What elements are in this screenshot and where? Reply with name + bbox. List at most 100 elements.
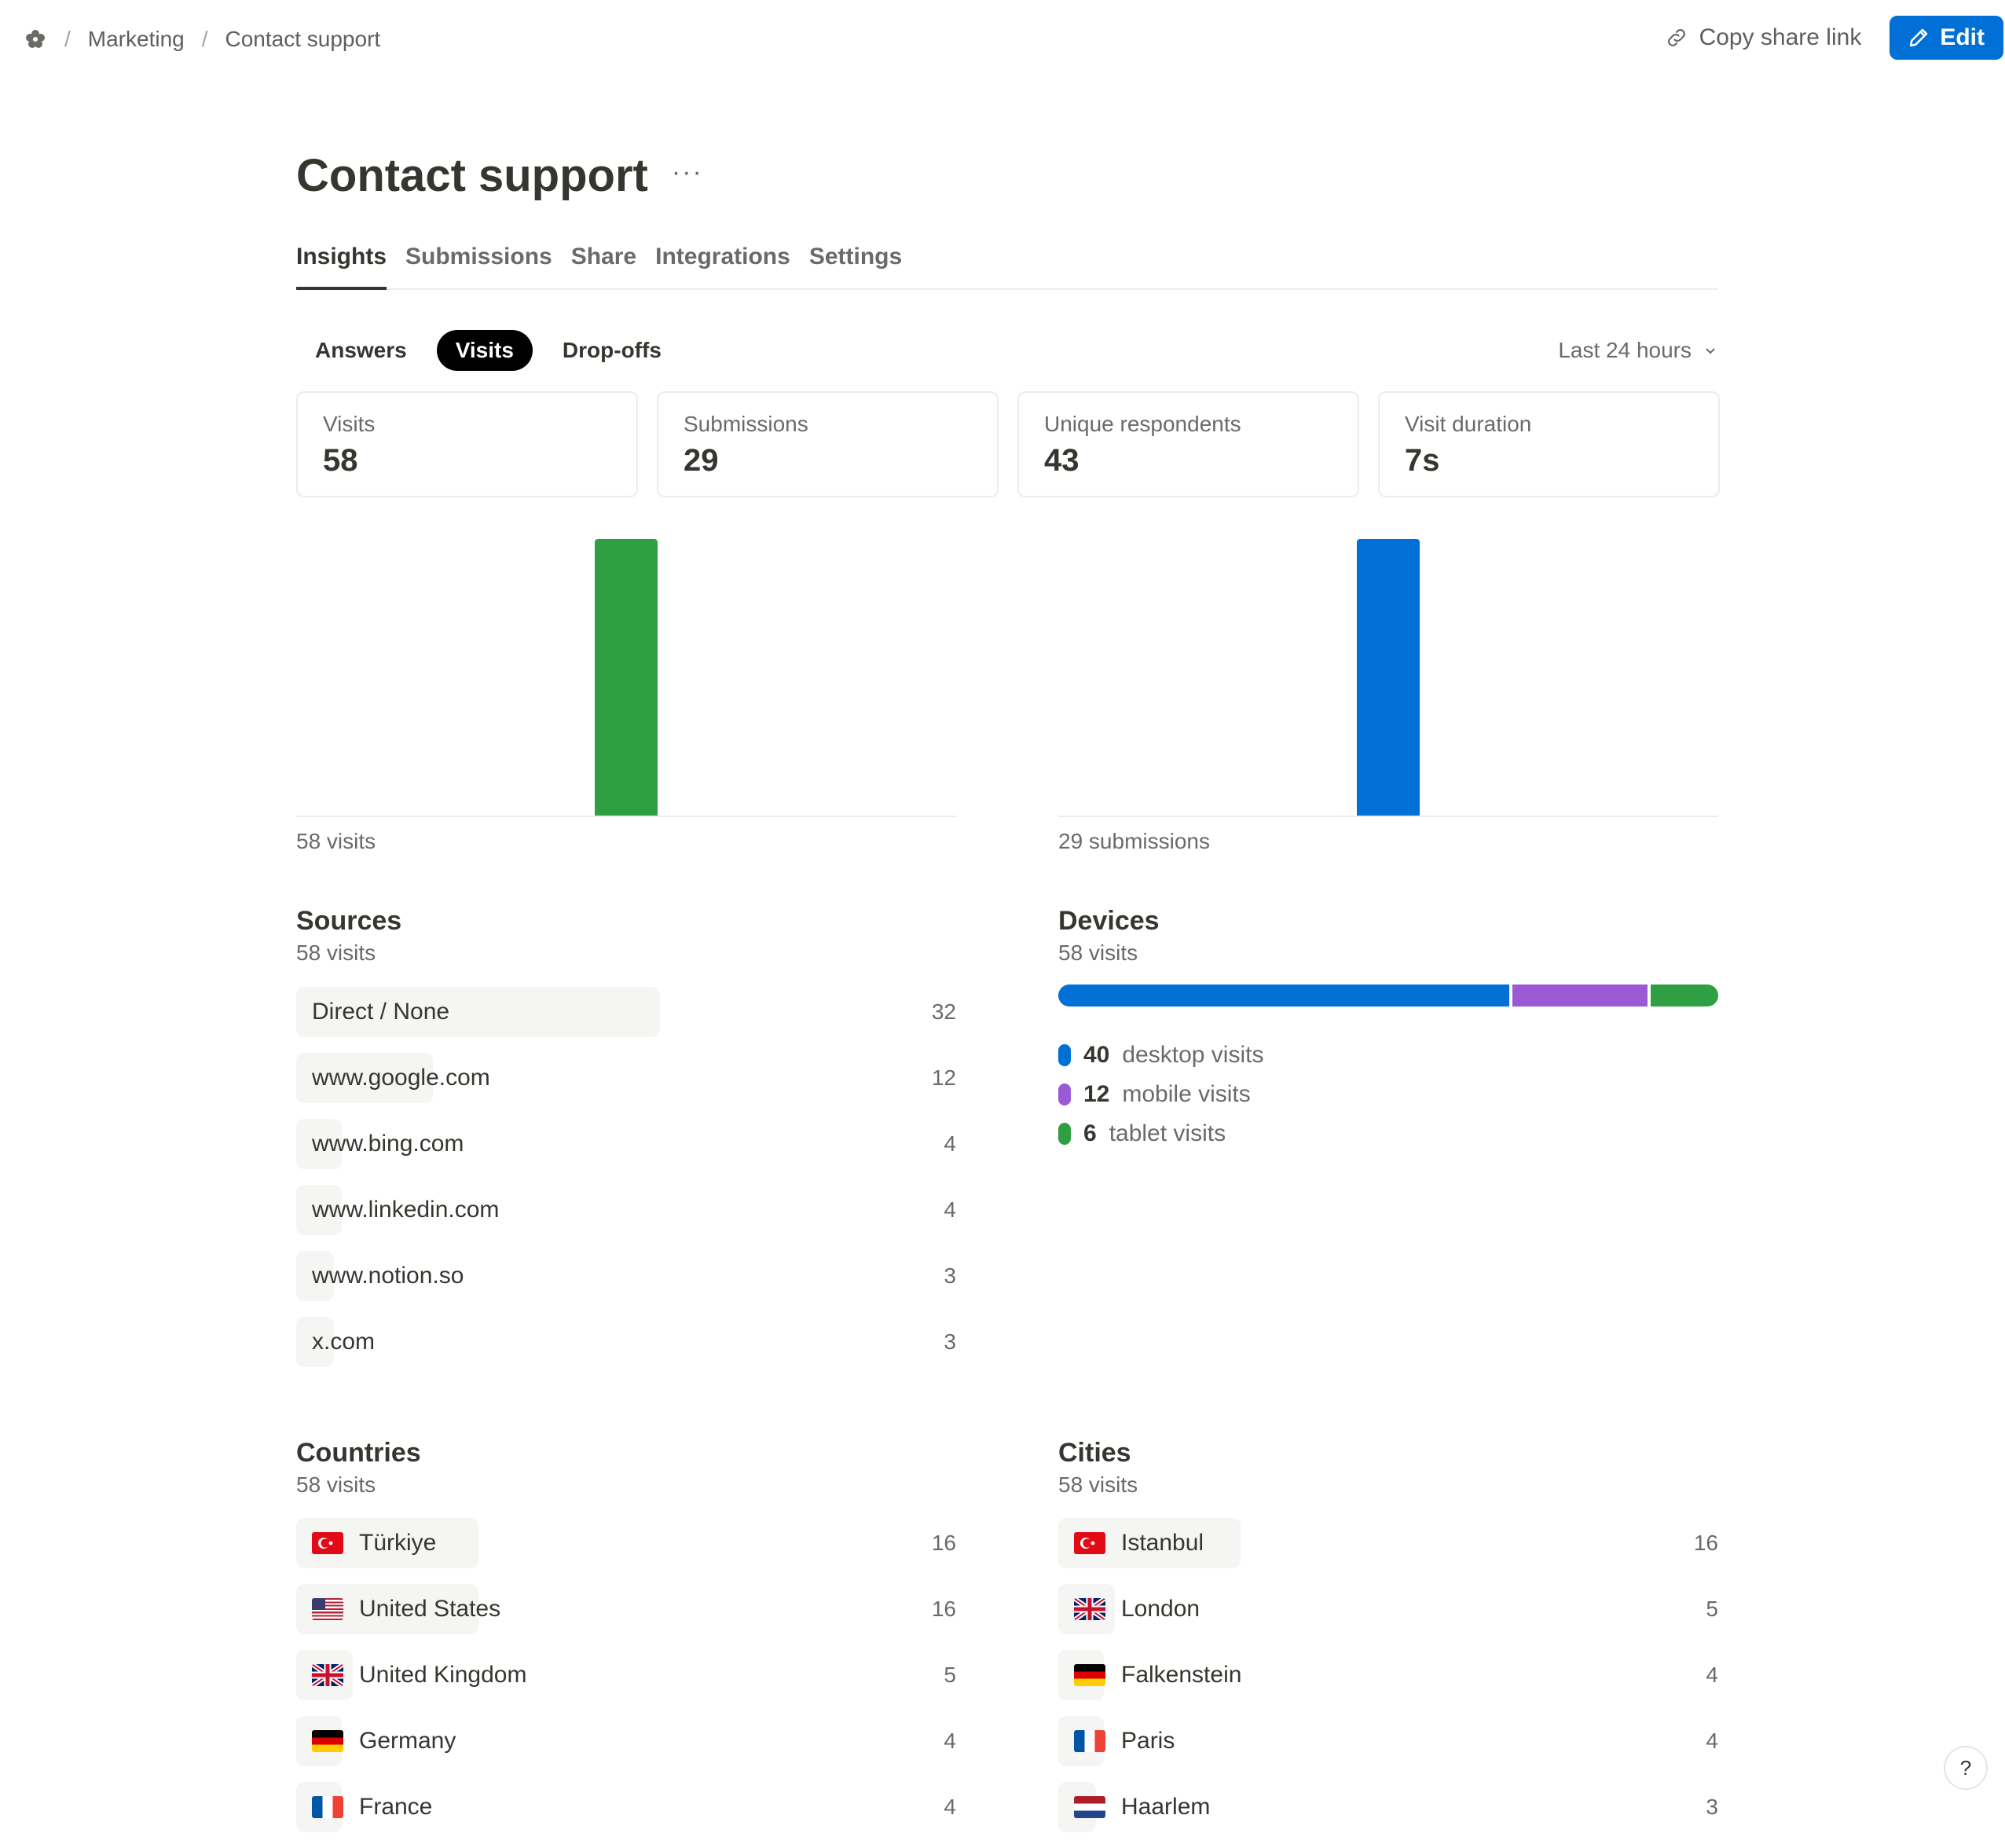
cities-title: Cities (1058, 1438, 1131, 1468)
countries-subtitle: 58 visits (296, 1472, 376, 1497)
legend-item-mobile: 12 mobile visits (1058, 1075, 1263, 1114)
breadcrumb-separator: / (201, 27, 208, 51)
list-item[interactable]: Istanbul 16 (1058, 1518, 1718, 1568)
submissions-chart (1058, 534, 1718, 817)
city-label: Falkenstein (1121, 1662, 1242, 1688)
stat-label: Unique respondents (1044, 412, 1241, 436)
list-item[interactable]: Türkiye 16 (296, 1518, 956, 1568)
city-label: London (1121, 1596, 1200, 1622)
source-label: www.linkedin.com (312, 1197, 500, 1223)
city-count: 16 (1693, 1531, 1718, 1555)
country-label: United States (359, 1596, 501, 1622)
submissions-chart-caption: 29 submissions (1058, 829, 1210, 853)
stat-card-visits: Visits 58 (296, 391, 638, 497)
legend-label: desktop visits (1122, 1042, 1264, 1068)
more-options-icon[interactable]: ··· (672, 157, 703, 188)
list-item[interactable]: Paris 4 (1058, 1716, 1718, 1766)
devices-subtitle: 58 visits (1058, 940, 1138, 965)
list-item[interactable]: Falkenstein 4 (1058, 1650, 1718, 1700)
cities-list: Istanbul 16 London 5 Falkenstein 4 Paris 4 H… (1058, 1518, 1718, 1848)
stat-label: Visits (323, 412, 376, 436)
list-item[interactable]: Direct / None 32 (296, 987, 956, 1037)
list-item[interactable]: London 5 (1058, 1584, 1718, 1634)
tab-share[interactable]: Share (571, 240, 636, 290)
gb-flag-icon (312, 1664, 343, 1686)
copy-share-link-button[interactable]: Copy share link (1665, 24, 1861, 51)
source-label: www.bing.com (312, 1131, 464, 1157)
visits-chart-caption: 58 visits (296, 829, 376, 853)
list-item[interactable]: www.notion.so 3 (296, 1251, 956, 1301)
tablet-segment[interactable] (1650, 984, 1718, 1006)
us-flag-icon (312, 1598, 343, 1620)
tab-settings[interactable]: Settings (809, 240, 902, 290)
stat-label: Visit duration (1405, 412, 1532, 436)
tab-submissions[interactable]: Submissions (405, 240, 552, 290)
list-item[interactable]: www.linkedin.com 4 (296, 1185, 956, 1235)
cities-subtitle: 58 visits (1058, 1472, 1138, 1497)
list-item[interactable]: France 4 (296, 1782, 956, 1832)
country-count: 4 (944, 1795, 956, 1819)
source-label: www.notion.so (312, 1263, 464, 1289)
list-item[interactable]: Germany 4 (296, 1716, 956, 1766)
city-label: Paris (1121, 1728, 1175, 1754)
insight-subtabs: Answers Visits Drop-offs (296, 330, 680, 371)
link-icon (1667, 29, 1685, 46)
submissions-bar[interactable] (1357, 539, 1420, 816)
help-button[interactable]: ? (1944, 1746, 1988, 1790)
list-item[interactable]: www.google.com 12 (296, 1053, 956, 1103)
gb-flag-icon (1074, 1598, 1105, 1620)
list-item[interactable]: www.bing.com 4 (296, 1119, 956, 1169)
list-item[interactable]: x.com 3 (296, 1317, 956, 1367)
stat-cards: Visits 58 Submissions 29 Unique responde… (296, 391, 1720, 497)
countries-list: Türkiye 16 United States 16 United Kingdom… (296, 1518, 956, 1848)
source-label: www.google.com (312, 1065, 490, 1091)
stat-value: 58 (323, 443, 358, 478)
devices-stacked-bar (1058, 984, 1718, 1006)
devices-legend: 40 desktop visits 12 mobile visits 6 tablet… (1058, 1036, 1263, 1153)
mobile-segment[interactable] (1512, 984, 1648, 1006)
legend-dot (1058, 1044, 1071, 1066)
legend-dot (1058, 1084, 1071, 1106)
legend-label: mobile visits (1122, 1081, 1251, 1107)
tab-integrations[interactable]: Integrations (655, 240, 790, 290)
country-count: 16 (931, 1597, 956, 1621)
source-label: Direct / None (312, 999, 450, 1025)
source-count: 3 (944, 1263, 956, 1288)
source-label: x.com (312, 1329, 376, 1355)
fr-flag-icon (312, 1796, 343, 1818)
subtab-answers[interactable]: Answers (296, 330, 426, 371)
legend-item-tablet: 6 tablet visits (1058, 1114, 1263, 1153)
breadcrumb-parent[interactable]: Marketing (88, 27, 185, 52)
nl-flag-icon (1074, 1796, 1105, 1818)
desktop-segment[interactable] (1058, 984, 1509, 1006)
countries-title: Countries (296, 1438, 421, 1468)
stat-value: 43 (1044, 443, 1079, 478)
workspace-logo-icon[interactable] (24, 28, 47, 51)
source-count: 3 (944, 1329, 956, 1354)
edit-button[interactable]: Edit (1890, 16, 2003, 60)
list-item[interactable]: Haarlem 3 (1058, 1782, 1718, 1832)
time-range-dropdown[interactable]: Last 24 hours (1558, 330, 1718, 371)
visits-bar[interactable] (595, 539, 658, 816)
main-tabs: Insights Submissions Share Integrations … (296, 240, 1718, 290)
subtab-visits[interactable]: Visits (436, 330, 533, 371)
visits-chart (296, 534, 956, 817)
tab-insights[interactable]: Insights (296, 240, 387, 290)
sources-list: Direct / None 32 www.google.com 12 www.bin… (296, 987, 956, 1383)
list-item[interactable]: United States 16 (296, 1584, 956, 1634)
list-item[interactable]: United Kingdom 5 (296, 1650, 956, 1700)
devices-title: Devices (1058, 906, 1160, 936)
legend-label: tablet visits (1109, 1120, 1226, 1146)
time-range-label: Last 24 hours (1558, 338, 1692, 362)
sources-subtitle: 58 visits (296, 940, 376, 965)
source-count: 4 (944, 1197, 956, 1222)
stat-card-submissions: Submissions 29 (657, 391, 999, 497)
fr-flag-icon (1074, 1730, 1105, 1752)
legend-count: 6 (1083, 1120, 1097, 1146)
country-count: 5 (944, 1663, 956, 1687)
subtab-drop-offs[interactable]: Drop-offs (544, 330, 680, 371)
source-count: 4 (944, 1131, 956, 1156)
breadcrumb-current[interactable]: Contact support (225, 27, 381, 52)
city-label: Istanbul (1121, 1530, 1204, 1556)
country-label: Türkiye (359, 1530, 437, 1556)
